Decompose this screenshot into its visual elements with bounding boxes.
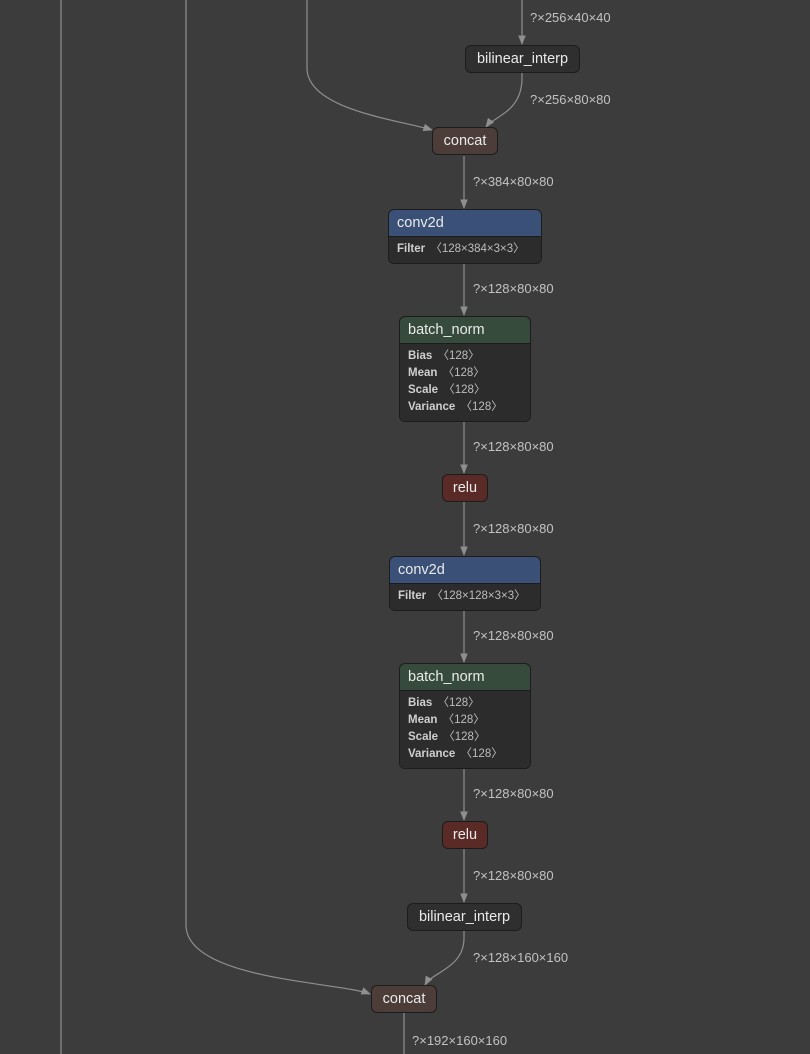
attr-row-scale: Scale 〈128〉 [408,729,522,746]
node-title: conv2d [398,562,445,578]
node-title: batch_norm [408,322,485,338]
attr-value: 〈128〉 [437,350,480,362]
attr-value: 〈128×128×3×3〉 [431,590,526,602]
attr-key: Variance [408,401,456,413]
bilinear-interp-node[interactable]: bilinear_interp [407,903,522,931]
edge-shape-label: ?×256×80×80 [530,92,611,107]
attr-key: Filter [397,243,426,255]
attr-value: 〈128〉 [442,714,485,726]
attr-row-filter: Filter 〈128×128×3×3〉 [398,588,532,605]
node-title: relu [452,827,478,843]
node-title: conv2d [397,215,444,231]
edge-shape-label: ?×128×80×80 [473,521,554,536]
conv2d-node[interactable]: conv2d Filter 〈128×128×3×3〉 [389,556,541,611]
edge-shape-label: ?×128×80×80 [473,281,554,296]
edges-layer [60,0,526,1054]
attr-value: 〈128〉 [437,697,480,709]
attr-value: 〈128〉 [443,731,486,743]
relu-node[interactable]: relu [442,474,488,502]
attr-value: 〈128〉 [460,401,503,413]
batch-norm-node[interactable]: batch_norm Bias 〈128〉 Mean 〈128〉 Scale 〈… [399,316,531,422]
attr-key: Variance [408,748,456,760]
attr-row-bias: Bias 〈128〉 [408,348,522,365]
node-attributes: Bias 〈128〉 Mean 〈128〉 Scale 〈128〉 Varian… [400,343,530,421]
attr-value: 〈128〉 [443,384,486,396]
edge-shape-label: ?×128×80×80 [473,439,554,454]
node-title: concat [443,133,487,149]
edge-interp1-concat1 [485,72,523,128]
attr-key: Bias [408,697,433,709]
node-title: bilinear_interp [418,909,511,925]
attr-key: Mean [408,714,438,726]
node-title: bilinear_interp [476,51,569,67]
relu-node[interactable]: relu [442,821,488,849]
attr-key: Bias [408,350,433,362]
node-title: batch_norm [408,669,485,685]
node-attributes: Filter 〈128×384×3×3〉 [389,236,541,263]
node-title: concat [382,991,426,1007]
edge-shape-label: ?×128×80×80 [473,786,554,801]
bilinear-interp-node[interactable]: bilinear_interp [465,45,580,73]
node-attributes: Bias 〈128〉 Mean 〈128〉 Scale 〈128〉 Varian… [400,690,530,768]
edge-shape-label: ?×256×40×40 [530,10,611,25]
edge-shape-label: ?×128×80×80 [473,868,554,883]
concat-node[interactable]: concat [432,127,498,155]
attr-row-filter: Filter 〈128×384×3×3〉 [397,241,533,258]
attr-key: Filter [398,590,427,602]
batch-norm-node[interactable]: batch_norm Bias 〈128〉 Mean 〈128〉 Scale 〈… [399,663,531,769]
edge-left-skip-to-concat2 [185,0,371,995]
attr-value: 〈128×384×3×3〉 [430,243,525,255]
attr-value: 〈128〉 [460,748,503,760]
node-attributes: Filter 〈128×128×3×3〉 [390,583,540,610]
attr-key: Scale [408,731,439,743]
attr-value: 〈128〉 [442,367,485,379]
edge-shape-label: ?×384×80×80 [473,174,554,189]
edge-shape-label: ?×192×160×160 [412,1033,508,1048]
edge-shape-label: ?×128×80×80 [473,628,554,643]
node-title: relu [452,480,478,496]
attr-row-variance: Variance 〈128〉 [408,746,522,763]
attr-row-bias: Bias 〈128〉 [408,695,522,712]
attr-key: Scale [408,384,439,396]
edge-shape-label: ?×128×160×160 [473,950,569,965]
attr-row-mean: Mean 〈128〉 [408,365,522,382]
attr-row-scale: Scale 〈128〉 [408,382,522,399]
conv2d-node[interactable]: conv2d Filter 〈128×384×3×3〉 [388,209,542,264]
attr-row-mean: Mean 〈128〉 [408,712,522,729]
edge-skip-to-concat1 [306,0,433,132]
concat-node[interactable]: concat [371,985,437,1013]
attr-row-variance: Variance 〈128〉 [408,399,522,416]
attr-key: Mean [408,367,438,379]
edge-interp2-concat2 [424,931,465,986]
